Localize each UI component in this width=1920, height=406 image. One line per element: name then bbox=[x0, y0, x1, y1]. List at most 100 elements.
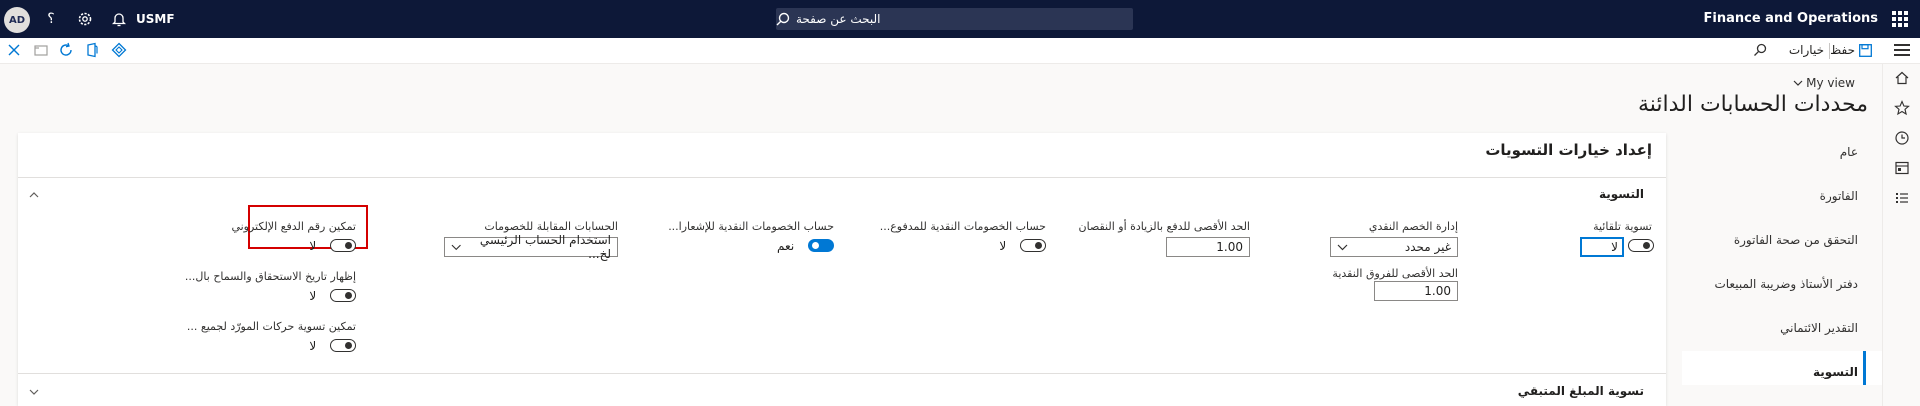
tab-general[interactable]: عام bbox=[1840, 145, 1858, 159]
toggle-value: لا bbox=[309, 288, 317, 303]
action-pane: حفظ خيارات bbox=[0, 38, 1920, 64]
field-label: الحسابات المقابلة للخصومات bbox=[484, 220, 618, 233]
field-max-over-under: الحد الأقصى للدفع بالزيادة أو النقصان bbox=[1079, 220, 1250, 233]
list-icon[interactable] bbox=[1894, 190, 1910, 206]
group-header-remaining[interactable]: تسوية المبلغ المتبقي bbox=[1518, 384, 1644, 398]
action-separator bbox=[1829, 43, 1830, 59]
cash-discount-paid-control: لا bbox=[999, 238, 1046, 253]
field-cash-discount-notif: حساب الخصومات النقدية للإشعارا... bbox=[668, 220, 834, 233]
tab-settlement[interactable]: التسوية bbox=[1813, 365, 1858, 379]
offset-accounts-select[interactable]: استخدام الحساب الرئيسي لخ... bbox=[444, 233, 618, 261]
search-icon[interactable] bbox=[1752, 42, 1768, 58]
workspace-icon[interactable] bbox=[1894, 160, 1910, 176]
cash-discount-paid-toggle[interactable] bbox=[1020, 239, 1046, 252]
field-label: حساب الخصومات النقدية للإشعارا... bbox=[668, 220, 834, 233]
page-title: محددات الحسابات الدائنة bbox=[1637, 92, 1868, 117]
settlement-options-panel: إعداد خيارات التسويات التسوية تسوية تلقا… bbox=[18, 133, 1666, 406]
select-value: غير محدد bbox=[1404, 240, 1451, 254]
field-cash-discount-paid: حساب الخصومات النقدية للمدفوع... bbox=[880, 220, 1046, 233]
chevron-up-icon[interactable] bbox=[28, 189, 40, 201]
cash-discount-admin-select[interactable]: غير محدد bbox=[1330, 237, 1458, 257]
tab-invoice-validation[interactable]: التحقق من صحة الفاتورة bbox=[1734, 233, 1858, 247]
vendor-settlement-control: لا bbox=[309, 338, 356, 353]
field-label: الحد الأقصى للفروق النقدية bbox=[1332, 267, 1458, 280]
electronic-payment-toggle[interactable] bbox=[330, 239, 356, 252]
show-due-date-control: لا bbox=[309, 288, 356, 303]
max-cash-diff-input[interactable]: 1.00 bbox=[1374, 281, 1458, 301]
input-value: 1.00 bbox=[1216, 240, 1243, 254]
vertical-tab-list: عام الفاتورة التحقق من صحة الفاتورة دفتر… bbox=[1682, 133, 1882, 406]
tab-ledger-sales-tax[interactable]: دفتر الأستاذ وضريبة المبيعات bbox=[1714, 277, 1858, 291]
cash-discount-notif-toggle[interactable] bbox=[808, 239, 834, 252]
save-label: حفظ bbox=[1830, 43, 1855, 57]
options-button[interactable]: خيارات bbox=[1789, 43, 1824, 57]
show-due-date-toggle[interactable] bbox=[330, 289, 356, 302]
field-vendor-settlement: تمكين تسوية حركات المورّد لجميع ... bbox=[187, 320, 356, 333]
field-cash-discount-admin: إدارة الخصم النقدي bbox=[1369, 220, 1458, 233]
gear-icon[interactable] bbox=[76, 10, 94, 28]
my-view-label: My view bbox=[1806, 76, 1855, 90]
tab-invoice[interactable]: الفاتورة bbox=[1820, 189, 1858, 203]
active-tab-indicator bbox=[1863, 351, 1866, 385]
auto-settle-value[interactable]: لا bbox=[1580, 237, 1624, 257]
delete-icon[interactable] bbox=[33, 42, 49, 58]
group-divider bbox=[18, 373, 1666, 374]
office-icon[interactable] bbox=[84, 42, 100, 58]
help-icon[interactable]: ؟ bbox=[42, 10, 60, 28]
save-icon bbox=[1859, 43, 1872, 57]
field-label: الحد الأقصى للدفع بالزيادة أو النقصان bbox=[1078, 220, 1250, 233]
chevron-down-icon bbox=[1337, 244, 1348, 251]
toggle-knob bbox=[345, 242, 352, 249]
field-max-cash-diff: الحد الأقصى للفروق النقدية bbox=[1332, 267, 1458, 280]
group-header-settlement[interactable]: التسوية bbox=[1599, 187, 1644, 201]
toggle-value: نعم bbox=[777, 238, 795, 253]
hamburger-icon[interactable] bbox=[1894, 44, 1910, 58]
toggle-knob bbox=[345, 342, 352, 349]
clock-icon[interactable] bbox=[1894, 130, 1910, 146]
toggle-knob bbox=[812, 242, 819, 249]
chevron-down-icon[interactable] bbox=[28, 386, 40, 398]
auto-settle-toggle[interactable] bbox=[1628, 239, 1654, 252]
field-label: إدارة الخصم النقدي bbox=[1368, 220, 1458, 233]
my-view-dropdown[interactable]: My view bbox=[1793, 76, 1855, 90]
bell-icon[interactable] bbox=[110, 10, 128, 28]
user-avatar[interactable]: AD bbox=[4, 7, 30, 33]
toggle-knob bbox=[345, 292, 352, 299]
refresh-icon[interactable] bbox=[58, 42, 74, 58]
field-electronic-payment: تمكين رقم الدفع الإلكتروني bbox=[231, 220, 356, 233]
chevron-down-icon bbox=[1793, 80, 1803, 86]
save-button[interactable]: حفظ bbox=[1830, 43, 1872, 57]
toggle-knob bbox=[1035, 242, 1042, 249]
auto-settle-value-text: لا bbox=[1611, 240, 1618, 254]
company-picker[interactable]: USMF bbox=[136, 12, 175, 26]
field-label: إظهار تاريخ الاستحقاق والسماح بال... bbox=[184, 270, 356, 283]
field-label: تمكين تسوية حركات المورّد لجميع ... bbox=[186, 320, 356, 333]
top-navigation-bar: Finance and Operations البحث عن صفحة AD … bbox=[0, 0, 1920, 38]
close-icon[interactable] bbox=[6, 42, 22, 58]
power-apps-icon[interactable] bbox=[111, 42, 127, 58]
field-auto-settle: تسوية تلقائية bbox=[1593, 220, 1652, 233]
home-icon[interactable] bbox=[1894, 70, 1910, 86]
cash-discount-notif-control: نعم bbox=[777, 238, 834, 253]
waffle-icon[interactable] bbox=[1890, 9, 1910, 29]
vendor-settlement-toggle[interactable] bbox=[330, 339, 356, 352]
toggle-value: لا bbox=[999, 238, 1007, 253]
panel-title: إعداد خيارات التسويات bbox=[1485, 141, 1652, 159]
page-search-box[interactable]: البحث عن صفحة bbox=[776, 8, 1133, 30]
tab-credit-rating[interactable]: التقدير الائتماني bbox=[1780, 321, 1858, 335]
field-show-due-date: إظهار تاريخ الاستحقاق والسماح بال... bbox=[185, 270, 356, 283]
field-label: حساب الخصومات النقدية للمدفوع... bbox=[879, 220, 1046, 233]
navigation-icon-column bbox=[1882, 64, 1920, 406]
max-over-under-input[interactable]: 1.00 bbox=[1166, 237, 1250, 257]
electronic-payment-control: لا bbox=[309, 238, 356, 253]
field-offset-accounts: الحسابات المقابلة للخصومات bbox=[484, 220, 618, 233]
chevron-down-icon bbox=[451, 244, 461, 251]
input-value: 1.00 bbox=[1424, 284, 1451, 298]
search-placeholder: البحث عن صفحة bbox=[796, 12, 881, 26]
star-icon[interactable] bbox=[1894, 100, 1910, 116]
search-icon bbox=[776, 12, 790, 26]
panel-divider bbox=[18, 177, 1666, 178]
app-brand-title[interactable]: Finance and Operations bbox=[1704, 11, 1878, 26]
field-label: تمكين رقم الدفع الإلكتروني bbox=[231, 220, 356, 233]
toggle-value: لا bbox=[309, 238, 317, 253]
